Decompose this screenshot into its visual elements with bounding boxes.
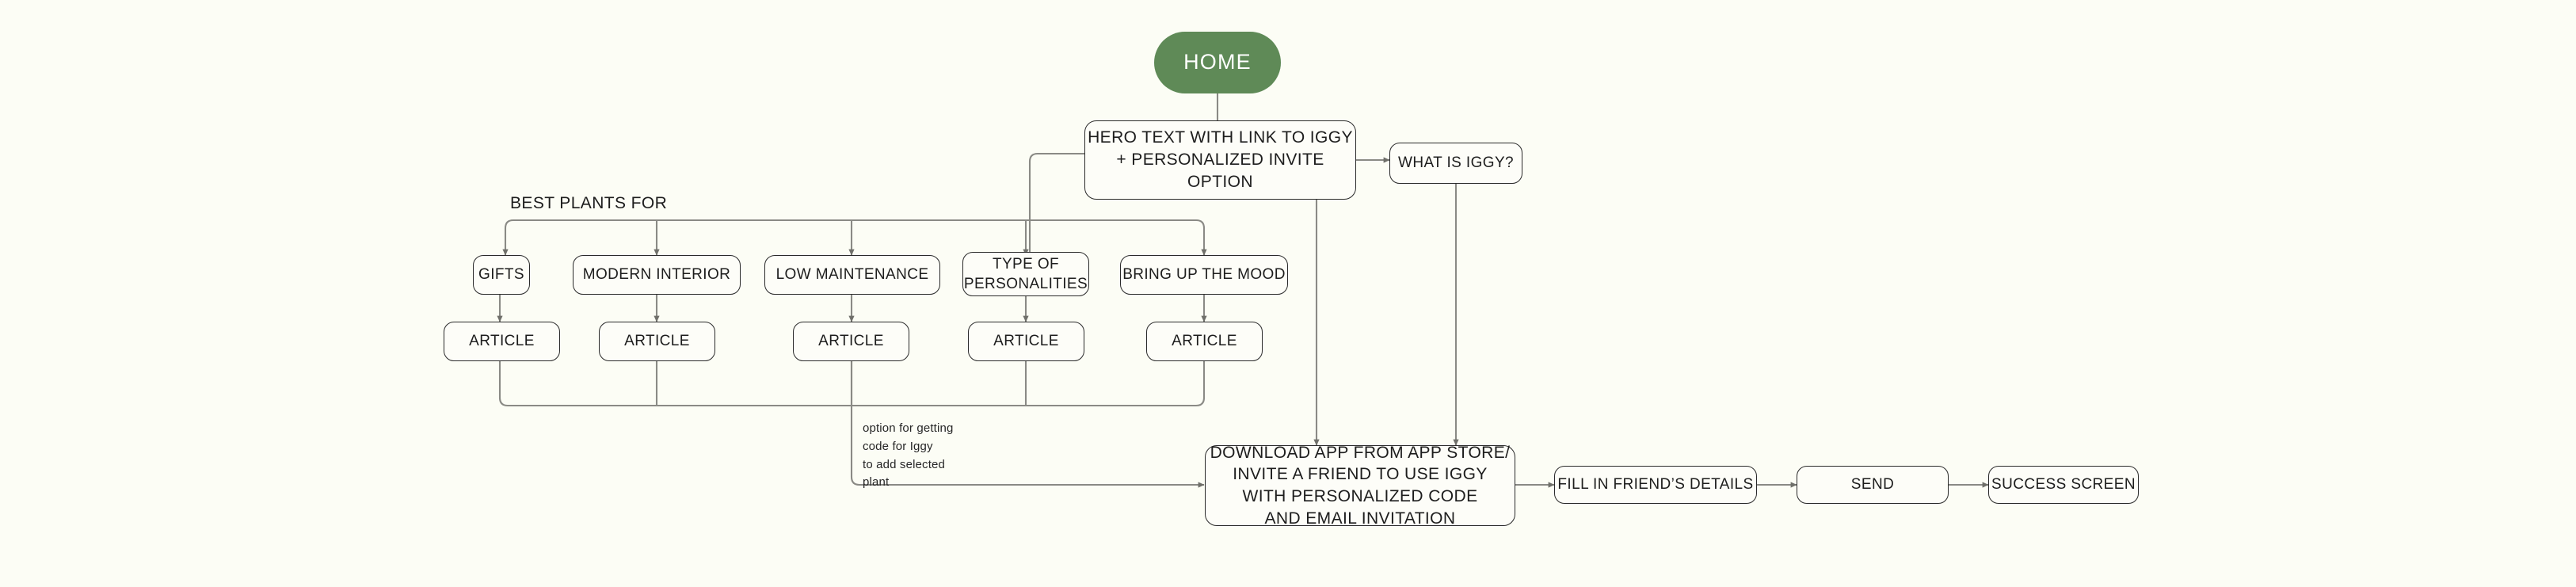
node-category-bring-up-the-mood[interactable]: BRING UP THE MOOD [1120, 255, 1288, 295]
node-what-is-iggy[interactable]: WHAT IS IGGY? [1389, 143, 1522, 184]
node-category-low-maintenance[interactable]: LOW MAINTENANCE [764, 255, 940, 295]
node-article-1[interactable]: ARTICLE [444, 322, 560, 361]
node-category-type-of-personalities[interactable]: TYPE OF PERSONALITIES [962, 252, 1089, 296]
flowchart-canvas: HOME HERO TEXT WITH LINK TO IGGY + PERSO… [0, 0, 2576, 587]
wire-distribution-bar [504, 219, 1207, 256]
node-send[interactable]: SEND [1797, 466, 1949, 504]
node-fill-friend-details[interactable]: FILL IN FRIEND’S DETAILS [1554, 466, 1757, 504]
wire-article-collector-bar [498, 361, 1206, 407]
node-article-4[interactable]: ARTICLE [968, 322, 1084, 361]
node-article-5[interactable]: ARTICLE [1146, 322, 1263, 361]
node-hero-text[interactable]: HERO TEXT WITH LINK TO IGGY + PERSONALIZ… [1084, 120, 1356, 200]
annotation-iggy-code: option for getting code for Iggy to add … [863, 421, 954, 490]
node-home[interactable]: HOME [1154, 32, 1281, 93]
label-best-plants-for: BEST PLANTS FOR [510, 194, 668, 212]
node-category-modern-interior[interactable]: MODERN INTERIOR [573, 255, 741, 295]
node-success-screen[interactable]: SUCCESS SCREEN [1988, 466, 2139, 504]
node-download-app[interactable]: DOWNLOAD APP FROM APP STORE/ INVITE A FR… [1205, 444, 1515, 528]
node-category-gifts[interactable]: GIFTS [473, 255, 530, 295]
node-article-2[interactable]: ARTICLE [599, 322, 715, 361]
node-article-3[interactable]: ARTICLE [793, 322, 909, 361]
